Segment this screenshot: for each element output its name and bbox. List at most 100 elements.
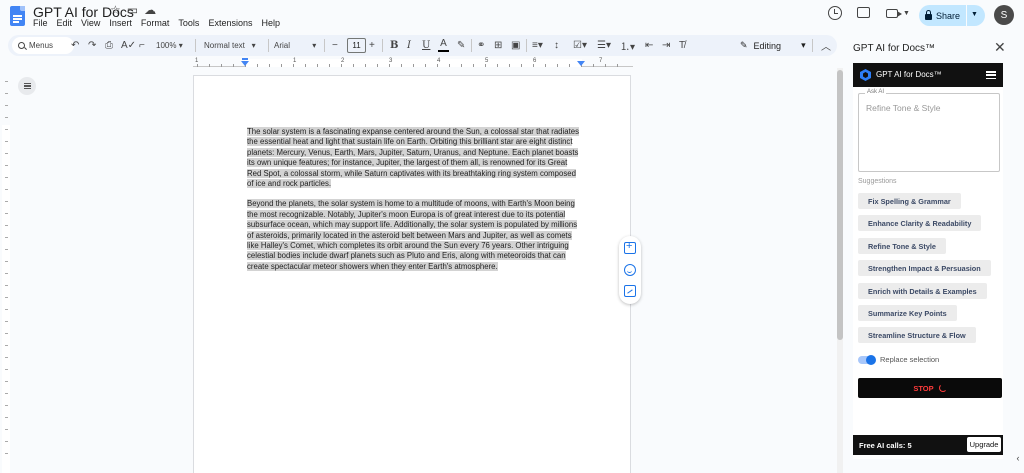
- zoom-select[interactable]: 100% ▾: [156, 35, 183, 56]
- version-history-icon[interactable]: [828, 6, 842, 20]
- document-scrollbar[interactable]: [837, 68, 843, 473]
- divider: [812, 39, 813, 52]
- document-outline-button[interactable]: [18, 77, 36, 95]
- zoom-value: 100%: [156, 41, 177, 50]
- highlight-icon[interactable]: ✎: [457, 35, 465, 56]
- stop-button[interactable]: STOP: [858, 378, 1002, 398]
- clear-formatting-icon[interactable]: T̸: [679, 35, 685, 56]
- comments-icon[interactable]: [857, 7, 870, 18]
- spellcheck-icon[interactable]: A✓: [121, 35, 136, 56]
- document-body[interactable]: The solar system is a fascinating expans…: [247, 127, 581, 282]
- menu-help[interactable]: Help: [261, 18, 280, 28]
- ruler-tick: [5, 405, 8, 406]
- gpt-logo-icon: [860, 69, 871, 81]
- hide-menus-chevron-up-icon[interactable]: ︿: [821, 35, 831, 56]
- paragraph-style-select[interactable]: Normal text ▾: [204, 35, 256, 56]
- cloud-status-icon[interactable]: ☁: [144, 3, 156, 17]
- menu-view[interactable]: View: [81, 18, 100, 28]
- font-value: Arial: [274, 41, 291, 50]
- ruler-tick: [461, 64, 462, 67]
- ruler-tick: [413, 64, 414, 67]
- move-folder-icon[interactable]: ▭: [127, 3, 138, 17]
- editing-mode-select[interactable]: ✎ Editing ▾: [740, 35, 806, 56]
- right-indent-handle[interactable]: [577, 61, 585, 66]
- star-icon[interactable]: ☆: [110, 3, 121, 17]
- selected-text[interactable]: The solar system is a fascinating expans…: [247, 127, 579, 189]
- replace-selection-toggle[interactable]: [858, 355, 876, 365]
- bulleted-list-icon[interactable]: ☰▾: [597, 35, 611, 56]
- bold-icon[interactable]: B: [390, 35, 398, 56]
- meet-camera-icon[interactable]: [886, 9, 902, 18]
- redo-icon[interactable]: ↷: [88, 35, 96, 56]
- ruler-tick: [5, 357, 8, 358]
- chevron-down-icon[interactable]: ▼: [903, 10, 910, 17]
- suggestion-enrich-details[interactable]: Enrich with Details & Examples: [858, 283, 987, 299]
- paragraph[interactable]: The solar system is a fascinating expans…: [247, 127, 581, 189]
- upgrade-button[interactable]: Upgrade: [967, 437, 1001, 452]
- gpt-header: GPT AI for Docs™: [853, 63, 1003, 87]
- close-icon[interactable]: ✕: [994, 39, 1006, 56]
- underline-icon[interactable]: U: [422, 35, 430, 56]
- ruler-tick: [233, 64, 234, 67]
- undo-icon[interactable]: ↶: [71, 35, 79, 56]
- text-color-icon[interactable]: A: [438, 38, 449, 53]
- suggestion-refine-tone[interactable]: Refine Tone & Style: [858, 238, 946, 254]
- paint-format-icon[interactable]: ⌐: [139, 35, 145, 56]
- numbered-list-icon[interactable]: ⒈▾: [620, 35, 635, 56]
- ruler-tick: [5, 417, 8, 418]
- suggestion-strengthen-impact[interactable]: Strengthen Impact & Persuasion: [858, 260, 991, 276]
- menu-insert[interactable]: Insert: [109, 18, 132, 28]
- menu-extensions[interactable]: Extensions: [208, 18, 252, 28]
- align-icon[interactable]: ≡▾: [532, 35, 543, 56]
- menu-format[interactable]: Format: [141, 18, 170, 28]
- ruler-tick: [5, 309, 8, 310]
- suggestions-label: Suggestions: [858, 178, 897, 185]
- add-emoji-reaction-icon[interactable]: [624, 264, 636, 276]
- increase-indent-icon[interactable]: ⇥: [662, 35, 670, 56]
- first-line-indent-handle[interactable]: [242, 58, 248, 60]
- ask-ai-box[interactable]: Ask AI: [858, 89, 1000, 172]
- menu-edit[interactable]: Edit: [57, 18, 73, 28]
- suggestion-streamline-structure[interactable]: Streamline Structure & Flow: [858, 327, 976, 343]
- share-chevron-down-icon[interactable]: ▼: [971, 11, 978, 18]
- suggestion-summarize[interactable]: Summarize Key Points: [858, 305, 957, 321]
- suggest-edits-icon[interactable]: [624, 285, 636, 297]
- left-indent-handle[interactable]: [241, 61, 249, 66]
- menu-file[interactable]: File: [33, 18, 48, 28]
- link-icon[interactable]: ⚭: [477, 35, 485, 56]
- selected-text[interactable]: Beyond the planets, the solar system is …: [247, 199, 578, 271]
- ruler-tick: [305, 64, 306, 67]
- hamburger-menu-icon[interactable]: [986, 71, 996, 79]
- share-button[interactable]: Share ▼: [919, 5, 985, 26]
- decrease-indent-icon[interactable]: ⇤: [645, 35, 653, 56]
- add-comment-icon[interactable]: ⊞: [494, 35, 502, 56]
- add-comment-icon[interactable]: [624, 240, 636, 254]
- search-menus-button[interactable]: Menus: [12, 37, 74, 54]
- increase-font-size-icon[interactable]: +: [369, 35, 375, 56]
- divider: [324, 39, 325, 52]
- paragraph[interactable]: Beyond the planets, the solar system is …: [247, 199, 581, 272]
- scrollbar-thumb[interactable]: [837, 70, 843, 340]
- avatar[interactable]: S: [994, 5, 1014, 25]
- ruler-tick: [5, 297, 8, 298]
- ruler-tick: [269, 64, 270, 67]
- line-spacing-icon[interactable]: ↕: [554, 35, 559, 56]
- decrease-font-size-icon[interactable]: −: [332, 35, 338, 56]
- print-icon[interactable]: ⎙: [105, 35, 113, 56]
- ask-ai-input[interactable]: [866, 103, 996, 113]
- share-main[interactable]: Share: [919, 5, 967, 26]
- suggestion-enhance-clarity[interactable]: Enhance Clarity & Readability: [858, 215, 982, 231]
- collapse-side-panel-chevron-icon[interactable]: ‹: [1012, 450, 1024, 466]
- menu-tools[interactable]: Tools: [178, 18, 199, 28]
- document-page[interactable]: The solar system is a fascinating expans…: [193, 75, 631, 473]
- checklist-icon[interactable]: ☑▾: [573, 35, 587, 56]
- suggestion-fix-spelling-grammar[interactable]: Fix Spelling & Grammar: [858, 193, 961, 209]
- insert-image-icon[interactable]: ▣: [511, 35, 520, 56]
- stop-label: STOP: [913, 383, 934, 393]
- horizontal-ruler[interactable]: 1 1 2 3 4 5 6 7: [193, 58, 633, 69]
- font-select[interactable]: Arial ▾: [274, 35, 316, 56]
- font-size-input[interactable]: 11: [347, 38, 366, 53]
- italic-icon[interactable]: I: [407, 35, 411, 56]
- docs-logo-icon[interactable]: [10, 6, 25, 26]
- free-ai-calls-counter: Free AI calls: 5: [859, 441, 912, 450]
